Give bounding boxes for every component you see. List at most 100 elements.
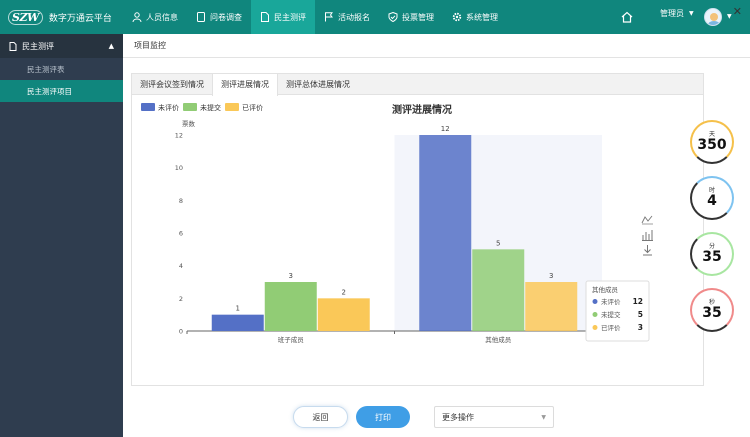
countdown-timer-3: 秒 35 <box>690 288 734 332</box>
breadcrumb: 项目监控 <box>123 34 750 58</box>
y-tick-label: 2 <box>179 295 183 303</box>
sidebar-item-0[interactable]: 民主测评表 <box>0 58 123 80</box>
timer-value: 35 <box>702 249 722 265</box>
nav-item-3[interactable]: 活动报名 <box>315 0 379 34</box>
tooltip-series-name: 未提交 <box>601 310 621 319</box>
tab-1[interactable]: 测评进展情况 <box>212 74 278 96</box>
brand[interactable]: SZW 数字万通云平台 <box>0 0 123 34</box>
nav-item-label: 投票管理 <box>402 12 434 22</box>
more-actions-select[interactable]: 更多操作 ▼ <box>434 406 554 428</box>
tab-2[interactable]: 测评总体进展情况 <box>278 74 358 94</box>
close-icon[interactable]: ✕ <box>733 5 742 18</box>
download-icon <box>643 245 652 256</box>
legend-label: 未评价 <box>158 103 179 112</box>
countdown-timer-2: 分 35 <box>690 232 734 276</box>
chevron-down-icon: ▼ <box>689 10 694 17</box>
bar-已评价-其他成员 <box>525 282 578 331</box>
tooltip-series-name: 未评价 <box>601 297 621 306</box>
legend-swatch <box>225 103 239 111</box>
chevron-down-icon: ▼ <box>541 414 546 421</box>
data-label: 3 <box>549 272 553 280</box>
data-label: 5 <box>496 239 500 247</box>
brand-logo: SZW <box>8 9 43 25</box>
countdown-timer-0: 天 350 <box>690 120 734 164</box>
tooltip-marker <box>592 325 598 330</box>
document-icon <box>261 12 269 22</box>
data-label: 2 <box>342 288 346 296</box>
data-label: 3 <box>289 272 293 280</box>
bar-未评价-其他成员 <box>419 135 472 331</box>
chart-card: 测评会议签到情况 测评进展情况 测评总体进展情况 测评进展情况 未评价 未提交 已评价 票数… <box>131 73 704 386</box>
bar-未提交-班子成员 <box>264 282 317 331</box>
tab-bar: 测评会议签到情况 测评进展情况 测评总体进展情况 <box>132 74 703 96</box>
caret-up-icon: ▲ <box>108 42 114 50</box>
tooltip-marker <box>592 299 598 304</box>
y-tick-label: 6 <box>179 230 183 238</box>
tooltip-title: 其他成员 <box>592 285 619 294</box>
countdown-timer-1: 时4 <box>690 176 734 220</box>
x-tick-label: 其他成员 <box>485 335 512 344</box>
data-label: 1 <box>236 305 240 313</box>
y-tick-label: 0 <box>179 328 183 336</box>
nav-item-1[interactable]: 问卷调查 <box>187 0 251 34</box>
timer-value: 350 <box>697 137 727 153</box>
legend-swatch <box>141 103 155 111</box>
data-label: 12 <box>441 125 450 133</box>
back-button[interactable]: 返回 <box>293 406 348 428</box>
sidebar-group-democratic-evaluation[interactable]: 民主测评 ▲ <box>0 34 123 58</box>
tooltip-marker <box>592 312 598 317</box>
sidebar: 民主测评 ▲ 民主测评表 民主测评项目 <box>0 34 123 437</box>
timer-value: 35 <box>702 305 722 321</box>
nav-item-label: 问卷调查 <box>210 12 242 22</box>
avatar-chevron-down-icon[interactable]: ▼ <box>727 13 732 20</box>
legend-label: 未提交 <box>200 103 221 112</box>
more-actions-value: 更多操作 <box>442 412 474 422</box>
top-navbar: SZW 数字万通云平台 人员信息 问卷调查 民主测评 活动报名 投票管理 系统管理 管理员… <box>0 0 750 34</box>
line-chart-toggle-icon <box>641 215 653 224</box>
tooltip-series-name: 已评价 <box>601 324 621 332</box>
user-icon <box>132 12 142 22</box>
nav-item-5[interactable]: 系统管理 <box>443 0 507 34</box>
sidebar-group-label: 民主测评 <box>22 41 54 51</box>
user-menu[interactable]: 管理员 ▼ <box>660 8 694 19</box>
x-tick-label: 班子成员 <box>278 335 305 344</box>
nav-item-label: 系统管理 <box>466 12 498 22</box>
main-nav: 人员信息 问卷调查 民主测评 活动报名 投票管理 系统管理 <box>123 0 507 34</box>
nav-item-label: 民主测评 <box>274 12 306 22</box>
bar-chart-toggle-icon <box>642 230 653 241</box>
user-role: 管理员 <box>660 9 684 18</box>
y-axis-label: 票数 <box>182 119 196 128</box>
flag-icon <box>325 12 333 22</box>
y-tick-label: 4 <box>179 262 183 270</box>
nav-item-0[interactable]: 人员信息 <box>123 0 187 34</box>
shield-icon <box>388 12 398 22</box>
page-title: 项目监控 <box>134 41 166 50</box>
chart-title: 测评进展情况 <box>392 103 452 116</box>
tooltip-value: 3 <box>638 323 643 332</box>
y-tick-label: 8 <box>179 197 183 205</box>
legend-swatch <box>183 103 197 111</box>
bar-未提交-其他成员 <box>472 249 525 331</box>
bar-未评价-班子成员 <box>211 314 264 331</box>
brand-title: 数字万通云平台 <box>48 13 112 24</box>
tooltip-value: 5 <box>638 310 643 319</box>
tooltip-value: 12 <box>633 297 643 306</box>
nav-item-4[interactable]: 投票管理 <box>379 0 443 34</box>
avatar[interactable] <box>704 8 722 26</box>
legend-label: 已评价 <box>242 104 263 112</box>
tablet-icon <box>197 12 205 22</box>
print-button[interactable]: 打印 <box>356 406 410 428</box>
nav-item-label: 人员信息 <box>146 12 178 22</box>
gear-icon <box>452 12 462 22</box>
home-icon[interactable] <box>620 10 634 24</box>
bar-已评价-班子成员 <box>317 298 370 331</box>
sidebar-items: 民主测评表 民主测评项目 <box>0 58 123 102</box>
sidebar-item-1[interactable]: 民主测评项目 <box>0 80 123 102</box>
progress-chart: 测评进展情况未评价 未提交 已评价票数024681012班子成员132其他成员125… <box>141 103 653 344</box>
tab-0[interactable]: 测评会议签到情况 <box>132 74 212 94</box>
document-icon <box>9 41 17 51</box>
y-tick-label: 12 <box>175 132 183 140</box>
timer-value: 4 <box>707 193 717 209</box>
nav-item-2[interactable]: 民主测评 <box>251 0 315 34</box>
nav-item-label: 活动报名 <box>338 12 370 22</box>
